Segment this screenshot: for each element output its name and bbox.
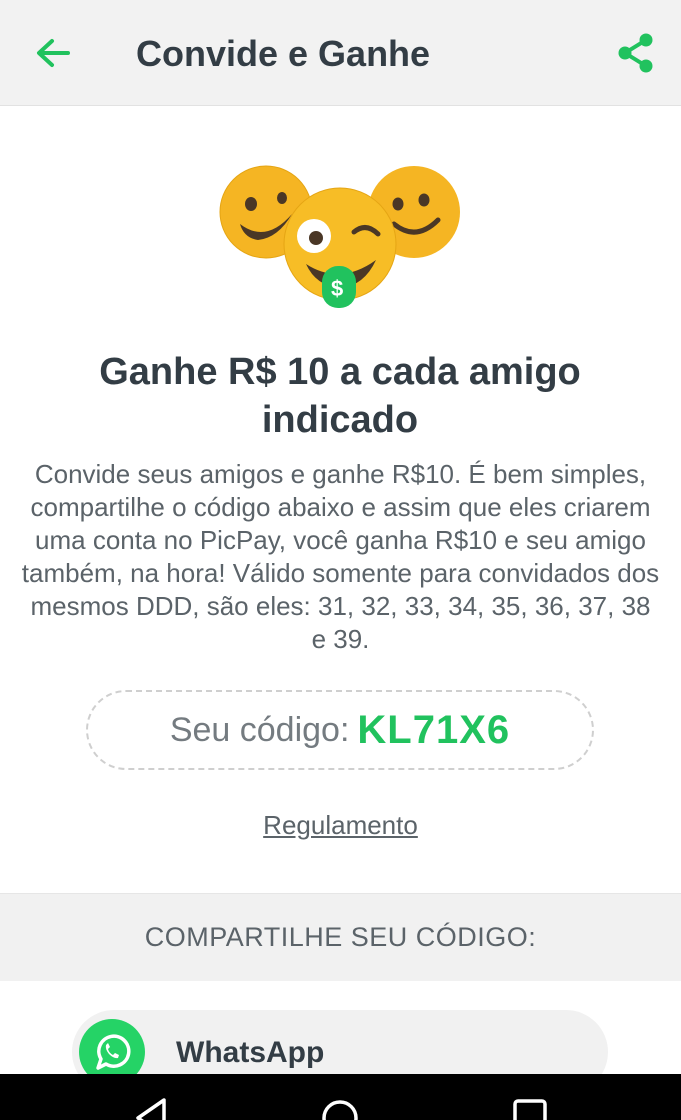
share-button[interactable] <box>610 26 662 80</box>
referral-code-box[interactable]: Seu código: KL71X6 <box>86 690 594 770</box>
description-text: Convide seus amigos e ganhe R$10. É bem … <box>21 459 660 654</box>
code-value[interactable]: KL71X6 <box>357 708 510 753</box>
emoji-faces-illustration: $ <box>218 162 464 314</box>
share-option-label: WhatsApp <box>176 1036 325 1069</box>
rules-link[interactable]: Regulamento <box>0 810 681 841</box>
share-icon <box>618 33 653 73</box>
system-navigation-bar <box>0 1074 681 1120</box>
share-section-header: COMPARTILHE SEU CÓDIGO: <box>0 893 681 981</box>
arrow-left-icon <box>37 39 70 67</box>
back-button[interactable] <box>26 24 80 82</box>
headline: Ganhe R$ 10 a cada amigo indicado <box>99 351 581 441</box>
nav-recents-button[interactable] <box>512 1098 548 1120</box>
nav-home-button[interactable] <box>320 1098 360 1120</box>
code-label: Seu código: <box>169 710 350 749</box>
dollar-sign: $ <box>331 276 344 301</box>
home-circle-icon <box>322 1100 358 1120</box>
page-title: Convide e Ganhe <box>136 33 431 74</box>
share-header-text: COMPARTILHE SEU CÓDIGO: <box>144 922 537 952</box>
back-triangle-icon <box>136 1098 166 1120</box>
nav-back-button[interactable] <box>134 1098 170 1120</box>
app-bar: Convide e Ganhe <box>0 0 681 106</box>
recents-square-icon <box>513 1099 547 1120</box>
